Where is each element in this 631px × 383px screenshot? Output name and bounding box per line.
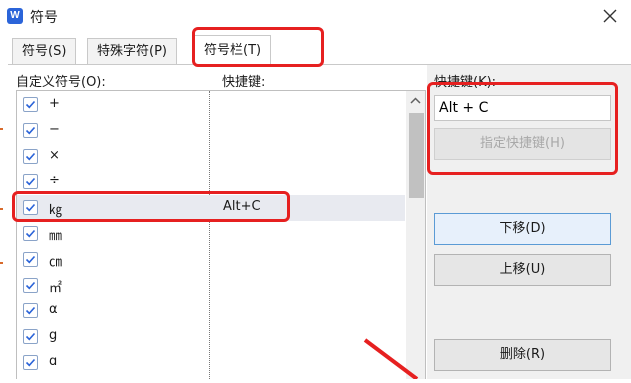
list-item[interactable]: × xyxy=(17,144,405,170)
check-icon xyxy=(25,126,36,135)
scroll-thumb[interactable] xyxy=(409,113,424,198)
edge-fragment xyxy=(0,262,3,264)
checkbox[interactable] xyxy=(23,226,38,241)
check-icon xyxy=(25,281,36,290)
symbol-text: ÷ xyxy=(49,173,60,188)
symbol-text: ㎜ xyxy=(49,229,63,244)
scroll-up-icon[interactable] xyxy=(406,92,425,110)
close-icon[interactable] xyxy=(598,4,622,28)
symbol-text: + xyxy=(49,96,60,111)
window-title: 符号 xyxy=(30,10,58,26)
symbol-text: × xyxy=(49,148,60,163)
check-icon xyxy=(25,177,36,186)
arrow-icon xyxy=(355,330,445,381)
move-up-button[interactable]: 上移(U) xyxy=(434,254,611,286)
edge-fragment xyxy=(0,128,3,130)
custom-symbols-label: 自定义符号(O): xyxy=(16,75,106,90)
symbol-text: α xyxy=(49,302,58,317)
list-item[interactable]: − xyxy=(17,118,405,144)
highlight-shortcut-box xyxy=(427,82,618,175)
check-icon xyxy=(25,255,36,264)
checkbox[interactable] xyxy=(23,355,38,370)
check-icon xyxy=(25,152,36,161)
checkbox[interactable] xyxy=(23,278,38,293)
checkbox[interactable] xyxy=(23,123,38,138)
list-item[interactable]: g xyxy=(17,324,405,350)
checkbox[interactable] xyxy=(23,97,38,112)
list-item[interactable]: + xyxy=(17,92,405,118)
highlight-row-box xyxy=(12,191,290,222)
tab-special-chars[interactable]: 特殊字符(P) xyxy=(87,38,177,64)
check-icon xyxy=(25,358,36,367)
checkbox[interactable] xyxy=(23,252,38,267)
tab-symbols[interactable]: 符号(S) xyxy=(12,38,77,64)
checkbox[interactable] xyxy=(23,329,38,344)
hotkey-column-label: 快捷键: xyxy=(222,75,266,90)
check-icon xyxy=(25,306,36,315)
list-item[interactable]: ɑ xyxy=(17,350,405,376)
list-item[interactable]: α xyxy=(17,298,405,324)
checkbox[interactable] xyxy=(23,149,38,164)
checkbox[interactable] xyxy=(23,303,38,318)
edge-fragment xyxy=(0,208,3,210)
checkbox[interactable] xyxy=(23,174,38,189)
list-item[interactable]: ㎝ xyxy=(17,247,405,273)
list-item[interactable]: ㎜ xyxy=(17,221,405,247)
check-icon xyxy=(25,229,36,238)
symbol-text: g xyxy=(49,328,58,343)
delete-button[interactable]: 删除(R) xyxy=(434,339,611,371)
check-icon xyxy=(25,100,36,109)
symbol-text: − xyxy=(49,122,60,137)
symbol-text: ㎝ xyxy=(49,255,63,270)
symbol-text: ㎡ xyxy=(49,281,63,296)
list-item[interactable]: ㎡ xyxy=(17,273,405,299)
check-icon xyxy=(25,332,36,341)
move-down-button[interactable]: 下移(D) xyxy=(434,213,611,245)
symbol-text: ɑ xyxy=(49,354,58,369)
app-icon: W xyxy=(7,8,23,24)
highlight-tab-box xyxy=(192,27,324,67)
